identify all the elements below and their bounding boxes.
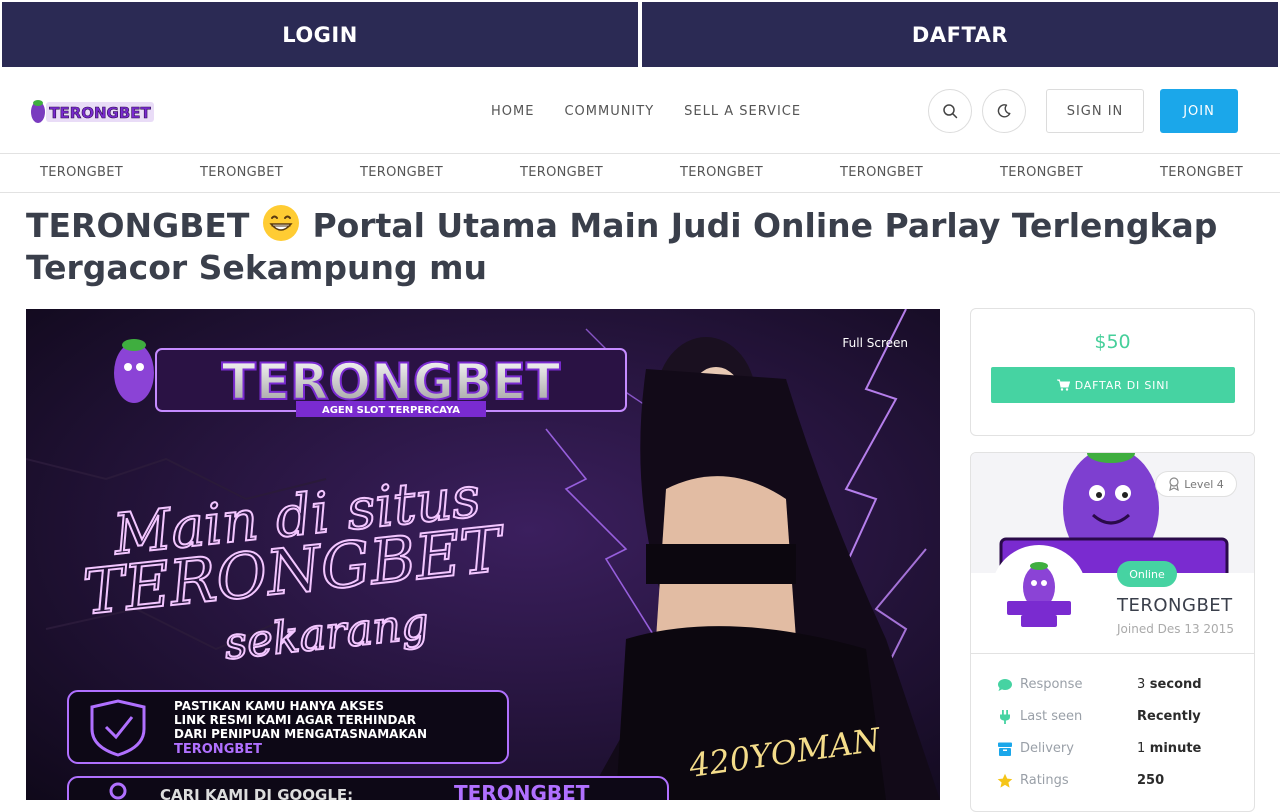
site-logo[interactable]: TERONGBET [26, 96, 156, 126]
notice-line2: LINK RESMI KAMI AGAR TERHINDAR [174, 713, 416, 727]
google-label: CARI KAMI DI GOOGLE: [160, 786, 353, 800]
category-bar: TERONGBET TERONGBET TERONGBET TERONGBET … [0, 154, 1280, 193]
seller-card: Level 4 Online TERONGBET Joined Des 13 2… [970, 452, 1255, 812]
stat-value: 3 second [1137, 677, 1202, 692]
seller-name[interactable]: TERONGBET [1117, 595, 1233, 616]
sign-in-button[interactable]: SIGN IN [1046, 89, 1144, 133]
full-screen-link[interactable]: Full Screen [842, 336, 908, 350]
stat-value: 250 [1137, 773, 1165, 788]
category-link[interactable]: TERONGBET [680, 165, 763, 180]
stat-delivery: Delivery 1 minute [997, 739, 1237, 759]
grinning-emoji-icon [262, 205, 299, 241]
stat-ratings: Ratings 250 [997, 771, 1237, 791]
category-link[interactable]: TERONGBET [520, 165, 603, 180]
search-button[interactable] [928, 89, 972, 133]
seller-level-badge: Level 4 [1155, 471, 1237, 497]
stat-last-seen: Last seen Recently [997, 707, 1237, 727]
category-link[interactable]: TERONGBET [1000, 165, 1083, 180]
stat-label: Last seen [1020, 709, 1083, 724]
promo-banner-graphic: TERONGBET AGEN SLOT TERPERCAYA Main di s… [26, 309, 940, 800]
logo-text: TERONGBET [49, 104, 151, 122]
category-link[interactable]: TERONGBET [1160, 165, 1243, 180]
seller-joined-date: Joined Des 13 2015 [1117, 622, 1234, 636]
notice-line3: DARI PENIPUAN MENGATASNAMAKAN [174, 727, 427, 741]
site-header: TERONGBET HOME COMMUNITY SELL A SERVICE … [0, 68, 1280, 154]
plug-icon [1000, 710, 1010, 724]
stat-value: Recently [1137, 709, 1201, 724]
page-title: TERONGBET Portal Utama Main Judi Online … [26, 203, 1226, 289]
nav-community[interactable]: COMMUNITY [564, 104, 654, 119]
cart-icon [1056, 379, 1070, 391]
divider [971, 653, 1254, 654]
daftar-di-sini-label: DAFTAR DI SINI [1074, 378, 1170, 392]
stat-label: Response [1020, 677, 1083, 692]
level-badge-icon [1169, 477, 1180, 491]
nav-sell-a-service[interactable]: SELL A SERVICE [684, 104, 801, 119]
stat-label: Delivery [1020, 741, 1074, 756]
banner-tagline: AGEN SLOT TERPERCAYA [322, 405, 460, 416]
main-nav: HOME COMMUNITY SELL A SERVICE [491, 104, 801, 119]
category-link[interactable]: TERONGBET [40, 165, 123, 180]
nav-home[interactable]: HOME [491, 104, 534, 119]
stat-response: Response 3 second [997, 675, 1237, 695]
notice-line4: TERONGBET [174, 742, 262, 757]
category-link[interactable]: TERONGBET [840, 165, 923, 180]
seller-level-label: Level 4 [1184, 477, 1224, 491]
box-icon [998, 742, 1012, 756]
login-button[interactable]: LOGIN [2, 2, 638, 67]
daftar-di-sini-button[interactable]: DAFTAR DI SINI [991, 367, 1235, 403]
chat-icon [998, 679, 1012, 691]
stat-value: 1 minute [1137, 741, 1202, 756]
join-button[interactable]: JOIN [1160, 89, 1238, 133]
category-link[interactable]: TERONGBET [360, 165, 443, 180]
dark-mode-toggle[interactable] [982, 89, 1026, 133]
online-status-badge: Online [1117, 561, 1177, 587]
title-brand: TERONGBET [26, 206, 250, 245]
notice-line1: PASTIKAN KAMU HANYA AKSES [174, 699, 384, 713]
top-action-bar: LOGIN DAFTAR [0, 0, 1280, 68]
moon-icon [997, 104, 1011, 118]
star-icon [997, 773, 1013, 788]
price-card: $50 DAFTAR DI SINI [970, 308, 1255, 436]
price-value: $50 [1094, 331, 1131, 353]
stat-label: Ratings [1020, 773, 1069, 788]
category-link[interactable]: TERONGBET [200, 165, 283, 180]
listing-image[interactable]: TERONGBET AGEN SLOT TERPERCAYA Main di s… [26, 309, 940, 800]
daftar-button[interactable]: DAFTAR [642, 2, 1278, 67]
google-value: TERONGBET [454, 781, 590, 800]
seller-avatar[interactable] [991, 545, 1087, 641]
search-icon [943, 104, 958, 119]
